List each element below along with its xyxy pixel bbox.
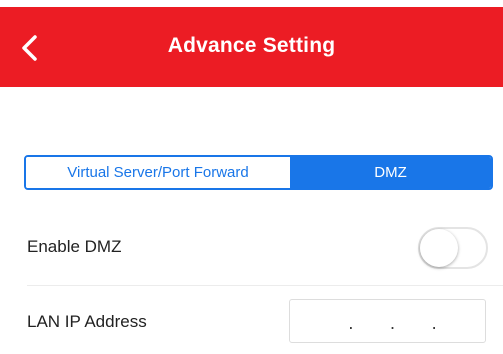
lan-ip-label: LAN IP Address	[27, 312, 147, 331]
ip-separator: .	[348, 313, 354, 333]
ip-separator: .	[431, 313, 437, 333]
segmented-control: Virtual Server/Port Forward DMZ	[24, 155, 493, 190]
tab-dmz[interactable]: DMZ	[290, 157, 491, 188]
tab-virtual-server[interactable]: Virtual Server/Port Forward	[26, 157, 290, 188]
enable-dmz-toggle[interactable]	[418, 227, 488, 269]
toggle-knob	[420, 229, 458, 267]
header-bar: Advance Setting	[0, 7, 503, 87]
lan-ip-input[interactable]: . . .	[289, 299, 486, 343]
enable-dmz-label: Enable DMZ	[27, 237, 122, 256]
row-divider	[27, 285, 503, 286]
ip-separator: .	[389, 313, 395, 333]
page-title: Advance Setting	[167, 34, 336, 57]
